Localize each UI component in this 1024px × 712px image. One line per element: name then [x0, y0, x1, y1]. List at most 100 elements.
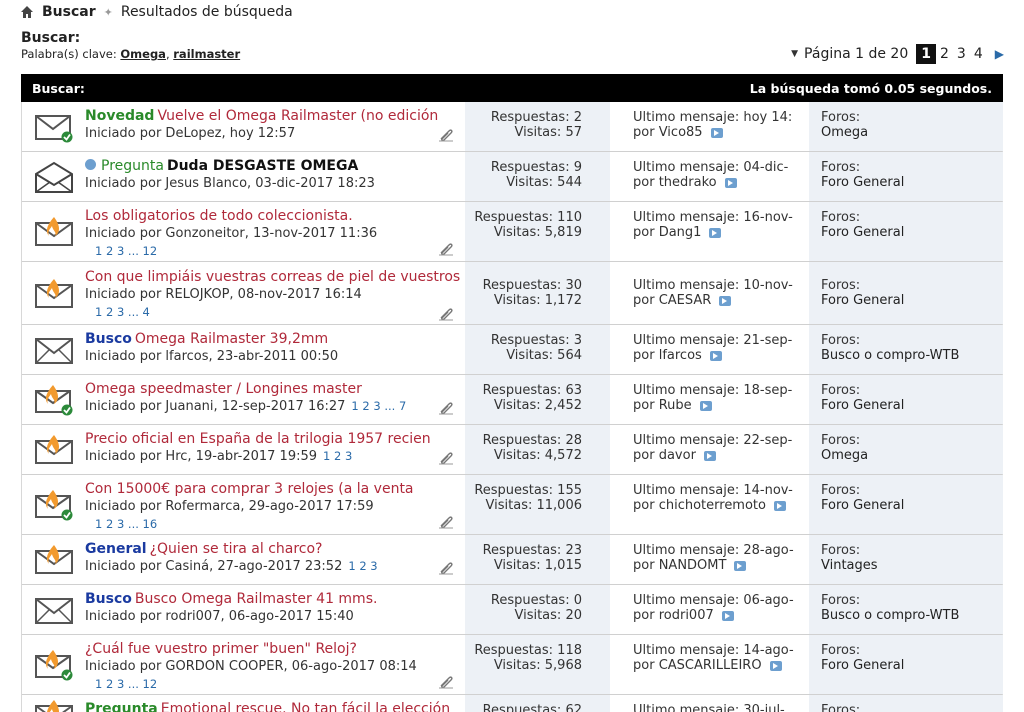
last-post-user[interactable]: CASCARILLEIRO: [659, 658, 762, 673]
page-4-link[interactable]: 4: [970, 44, 987, 64]
thread-forum: Foros: Foro General: [809, 635, 1003, 694]
thread-title-link[interactable]: Los obligatorios de todo coleccionista.: [85, 208, 353, 224]
go-to-last-post-icon[interactable]: [703, 450, 716, 461]
thread-prefix[interactable]: Novedad: [85, 108, 154, 124]
last-post-user[interactable]: rodri007: [659, 608, 714, 623]
results-header-title: Buscar:: [32, 80, 85, 96]
last-post-label: Último mensaje:: [633, 593, 740, 608]
forum-link[interactable]: Foro General: [821, 293, 1003, 308]
last-post-user[interactable]: CAESAR: [659, 293, 712, 308]
go-to-last-post-icon[interactable]: [709, 350, 722, 361]
envelope-hot-check-icon: [34, 649, 74, 681]
go-to-last-post-icon[interactable]: [724, 177, 737, 188]
thread-prefix[interactable]: Busco: [85, 331, 132, 347]
breadcrumb-root[interactable]: Buscar: [42, 4, 96, 20]
last-post-user[interactable]: thedrako: [659, 175, 717, 190]
forum-link[interactable]: Foro General: [821, 498, 1003, 513]
last-post-label: Último mensaje:: [633, 433, 740, 448]
last-post-user[interactable]: NANDOMT: [659, 558, 727, 573]
forum-link[interactable]: Foro General: [821, 225, 1003, 240]
forum-link[interactable]: Busco o compro-WTB: [821, 348, 1003, 363]
keyword-link-railmaster[interactable]: railmaster: [173, 47, 240, 61]
thread-title-link[interactable]: Precio oficial en España de la trilogia …: [85, 431, 431, 447]
last-post: Último mensaje: 16-nov-por Dang1: [633, 210, 810, 240]
thread-title-link[interactable]: ¿Quien se tira al charco?: [150, 541, 323, 557]
replies-label: Respuestas:: [474, 483, 554, 498]
replies-line: Respuestas: 28: [465, 433, 582, 448]
thread-page-links[interactable]: 1 2 3 ... 7: [351, 399, 406, 413]
forum-link[interactable]: Busco o compro-WTB: [821, 608, 1003, 623]
forum-link[interactable]: Omega: [821, 448, 1003, 463]
go-to-last-post-icon[interactable]: [709, 227, 722, 238]
go-to-last-post-icon[interactable]: [710, 127, 723, 138]
thread-title-link[interactable]: Duda DESGASTE OMEGA: [167, 158, 358, 174]
go-to-last-post-icon[interactable]: [769, 660, 782, 671]
last-post-user[interactable]: Rube: [659, 398, 692, 413]
last-post-label: Último mensaje:: [633, 110, 740, 125]
last-post: Último mensaje: 14-nov-por chichoterremo…: [633, 483, 810, 513]
page-2-link[interactable]: 2: [936, 44, 953, 64]
page-3-link[interactable]: 3: [953, 44, 970, 64]
go-to-last-post-icon[interactable]: [719, 295, 732, 306]
go-to-last-post-icon[interactable]: [699, 400, 712, 411]
home-icon[interactable]: [20, 5, 34, 19]
thread-prefix[interactable]: Pregunta: [101, 158, 164, 174]
next-page-icon[interactable]: ▶: [987, 47, 1004, 61]
thread-title-link[interactable]: Con que limpiáis vuestras correas de pie…: [85, 269, 460, 285]
thread-title-link[interactable]: Con 15000€ para comprar 3 relojes (a la …: [85, 481, 414, 497]
keyword-link-omega[interactable]: Omega: [120, 47, 166, 61]
thread-title-link[interactable]: Omega Railmaster 39,2mm: [135, 331, 328, 347]
page-1-current: 1: [916, 44, 936, 64]
thread-page-links[interactable]: 1 2 3: [348, 559, 377, 573]
replies-count: 62: [565, 703, 582, 712]
thread-page-links[interactable]: 1 2 3 ... 4: [95, 305, 150, 319]
thread-starter-text: Iniciado por Rofermarca, 29-ago-2017 17:…: [85, 499, 374, 514]
envelope-icon: [34, 334, 74, 366]
envelope-hot-check-icon: [34, 489, 74, 521]
thread-title-line: Novedad Vuelve el Omega Railmaster (no ed…: [85, 108, 438, 124]
thread-title-link[interactable]: Omega speedmaster / Longines master: [85, 381, 362, 397]
last-post-date-line: Último mensaje: 22-sep-: [633, 433, 810, 448]
forum-link[interactable]: Vintages: [821, 558, 1003, 573]
forum-link[interactable]: Foro General: [821, 398, 1003, 413]
envelope-hot-icon: [34, 278, 74, 310]
thread-page-links[interactable]: 1 2 3 ... 12: [95, 677, 157, 691]
thread-prefix[interactable]: Busco: [85, 591, 132, 607]
by-label: por: [633, 293, 655, 308]
thread-title-link[interactable]: Emotional rescue. No tan fácil la elecci…: [161, 701, 450, 712]
forum-link[interactable]: Foro General: [821, 175, 1003, 190]
last-post-user[interactable]: Vico85: [659, 125, 703, 140]
thread-title-link[interactable]: Busco Omega Railmaster 41 mms.: [135, 591, 378, 607]
forum-link[interactable]: Omega: [821, 125, 1003, 140]
thread-page-links[interactable]: 1 2 3 ... 16: [95, 517, 157, 531]
last-post-date-line: Último mensaje: 14-ago-: [633, 643, 810, 658]
last-post-user[interactable]: davor: [659, 448, 696, 463]
forum-link[interactable]: Foro General: [821, 658, 1003, 673]
thread-prefix[interactable]: Pregunta: [85, 701, 158, 712]
last-post-user[interactable]: lfarcos: [659, 348, 702, 363]
thread-row: Con que limpiáis vuestras correas de pie…: [22, 262, 1003, 325]
thread-row: Busco Busco Omega Railmaster 41 mms. Inici…: [22, 585, 1003, 635]
breadcrumb: Buscar ✦ Resultados de búsqueda: [20, 3, 293, 21]
thread-title-link[interactable]: Vuelve el Omega Railmaster (no edición: [157, 108, 438, 124]
views-count: 5,968: [544, 658, 582, 673]
last-post-user[interactable]: Dang1: [659, 225, 702, 240]
thread-page-links[interactable]: 1 2 3 ... 12: [95, 244, 157, 258]
thread-prefix[interactable]: General: [85, 541, 147, 557]
thread-starter-text: Iniciado por Hrc, 19-abr-2017 19:59: [85, 449, 318, 464]
thread-page-links[interactable]: 1 2 3: [323, 449, 352, 463]
go-to-last-post-icon[interactable]: [721, 610, 734, 621]
thread-starter: Iniciado por Rofermarca, 29-ago-2017 17:…: [85, 499, 374, 514]
go-to-last-post-icon[interactable]: [734, 560, 747, 571]
pagination: ▼ Página 1 de 20 1 2 3 4 ▶: [787, 44, 1004, 64]
last-post-date-line: Último mensaje: 30-jul-: [633, 703, 810, 712]
go-to-last-post-icon[interactable]: [773, 500, 786, 511]
thread-forum: Foros: Vintages: [809, 535, 1003, 584]
last-post-user[interactable]: chichoterremoto: [659, 498, 766, 513]
thread-title-link[interactable]: ¿Cuál fue vuestro primer "buen" Reloj?: [85, 641, 357, 657]
thread-stats: Respuestas: 23 Visitas: 1,015: [465, 535, 610, 584]
page-jump-menu[interactable]: ▼ Página 1 de 20: [787, 46, 912, 62]
replies-label: Respuestas:: [490, 160, 570, 175]
thread-title-line: Con 15000€ para comprar 3 relojes (a la …: [85, 481, 414, 497]
last-post-date: 28-ago-: [743, 543, 794, 558]
